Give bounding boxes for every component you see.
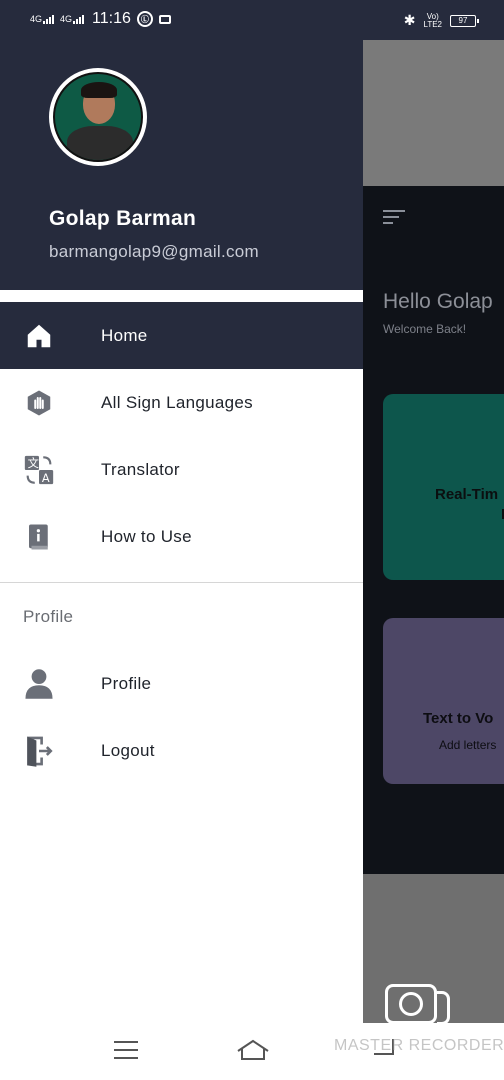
drawer-header: Golap Barman barmangolap9@gmail.com <box>0 40 363 290</box>
drawer-item-label: Logout <box>101 740 155 760</box>
signal-bars-icon <box>43 14 55 24</box>
home-icon <box>22 319 56 353</box>
drawer-item-label: Profile <box>101 673 152 693</box>
welcome-text: Welcome Back! <box>383 322 467 336</box>
background-header <box>363 40 504 186</box>
system-nav-bar: MASTER RECORDER <box>0 1023 504 1080</box>
signal-label-1: 4G <box>30 13 43 24</box>
translate-icon: 文A <box>22 453 56 487</box>
signal-indicator-2: 4G <box>60 13 85 24</box>
bluetooth-icon: ✱ <box>403 12 416 28</box>
recorder-watermark: MASTER RECORDER <box>334 1037 504 1054</box>
text-to-voice-card: Text to Vo Add letters <box>383 618 504 784</box>
drawer-item-all-sign-languages[interactable]: All Sign Languages <box>0 369 363 436</box>
status-bar: 4G 4G 11:16 Ⓛ ✱ Vo) LTE2 97 <box>0 0 504 40</box>
recent-apps-button[interactable] <box>114 1041 138 1065</box>
drawer-item-label: All Sign Languages <box>101 392 253 412</box>
logout-door-icon <box>22 734 56 768</box>
svg-text:文: 文 <box>28 456 39 470</box>
person-icon <box>22 667 56 701</box>
hamburger-menu-icon <box>383 210 405 228</box>
drawer-divider <box>0 582 363 583</box>
drawer-item-how-to-use[interactable]: How to Use <box>0 503 363 570</box>
avatar[interactable] <box>49 68 147 166</box>
section-title-profile: Profile <box>23 607 74 626</box>
user-email: barmangolap9@gmail.com <box>49 242 260 261</box>
background-app[interactable]: Hello Golap Welcome Back! Real-Tim I Tex… <box>363 40 504 1023</box>
hand-hexagon-icon <box>22 386 56 420</box>
battery-level: 97 <box>458 16 468 25</box>
drawer-item-logout[interactable]: Logout <box>0 717 363 784</box>
signal-bars-icon <box>73 14 85 24</box>
screen-record-icon <box>158 14 171 24</box>
text-to-voice-title: Text to Vo <box>423 710 494 727</box>
home-button[interactable] <box>236 1037 270 1068</box>
signal-indicator-1: 4G <box>30 13 55 24</box>
volte-bottom-label: LTE2 <box>423 19 442 29</box>
signal-label-2: 4G <box>60 13 73 24</box>
drawer-item-label: Translator <box>101 459 180 479</box>
drawer-item-label: How to Use <box>101 526 192 546</box>
user-name: Golap Barman <box>49 207 197 230</box>
svg-text:A: A <box>42 471 50 485</box>
greeting-text: Hello Golap <box>383 290 493 313</box>
drawer-item-label: Home <box>101 325 148 345</box>
realtime-card-title: Real-Tim <box>435 486 499 503</box>
notification-circle-icon: Ⓛ <box>136 11 153 27</box>
drawer-item-profile[interactable]: Profile <box>0 650 363 717</box>
realtime-card: Real-Tim I <box>383 394 504 580</box>
status-time: 11:16 <box>92 10 131 27</box>
navigation-drawer: Golap Barman barmangolap9@gmail.com Home… <box>0 40 363 1023</box>
text-to-voice-subtitle: Add letters <box>439 738 497 752</box>
avatar-photo <box>53 72 143 162</box>
drawer-item-translator[interactable]: 文A Translator <box>0 436 363 503</box>
screen-recorder-icon <box>385 984 450 1023</box>
info-book-icon <box>22 520 56 554</box>
battery-icon: 97 <box>450 14 479 27</box>
volte-indicator: Vo) LTE2 <box>423 12 442 29</box>
drawer-item-home[interactable]: Home <box>0 302 363 369</box>
